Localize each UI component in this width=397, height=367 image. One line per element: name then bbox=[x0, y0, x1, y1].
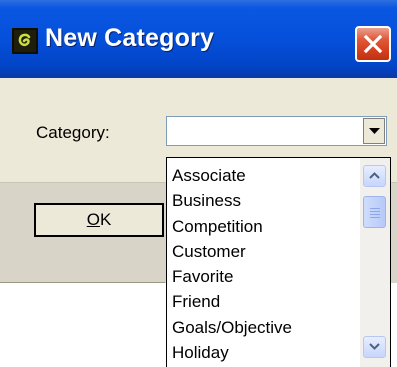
window-title: New Category bbox=[45, 24, 215, 52]
list-item[interactable]: Customer bbox=[172, 239, 292, 264]
dropdown-arrow-button[interactable] bbox=[363, 118, 385, 144]
list-item[interactable]: Holiday bbox=[172, 340, 292, 365]
ok-label: K bbox=[99, 210, 112, 229]
close-button[interactable] bbox=[355, 26, 391, 62]
thumb-grip bbox=[370, 217, 380, 218]
chevron-up-icon bbox=[369, 172, 380, 179]
list-item[interactable]: Friend bbox=[172, 289, 292, 314]
list-item[interactable]: Competition bbox=[172, 214, 292, 239]
scroll-down-button[interactable] bbox=[363, 336, 386, 358]
ok-mnemonic: O bbox=[86, 210, 100, 229]
thumb-grip bbox=[370, 214, 380, 215]
vertical-scrollbar[interactable] bbox=[360, 158, 390, 367]
scroll-up-button[interactable] bbox=[363, 165, 386, 187]
dropdown-items: Associate Business Competition Customer … bbox=[172, 163, 292, 365]
list-item[interactable]: Favorite bbox=[172, 264, 292, 289]
chevron-down-icon bbox=[369, 128, 380, 134]
category-dropdown-list[interactable]: Associate Business Competition Customer … bbox=[166, 157, 391, 367]
thumb-grip bbox=[370, 208, 380, 209]
list-item[interactable]: Goals/Objective bbox=[172, 315, 292, 340]
ok-button[interactable]: OK bbox=[34, 203, 164, 237]
thumb-grip bbox=[370, 211, 380, 212]
category-label: Category: bbox=[36, 123, 110, 142]
scroll-thumb[interactable] bbox=[363, 196, 386, 228]
close-icon bbox=[363, 34, 383, 54]
app-icon bbox=[12, 28, 38, 54]
divider bbox=[0, 282, 165, 283]
list-item[interactable]: Business bbox=[172, 188, 292, 213]
chevron-down-icon bbox=[369, 343, 380, 350]
category-combobox[interactable] bbox=[166, 116, 387, 146]
title-bar[interactable]: New Category bbox=[0, 0, 397, 78]
list-item[interactable]: Associate bbox=[172, 163, 292, 188]
